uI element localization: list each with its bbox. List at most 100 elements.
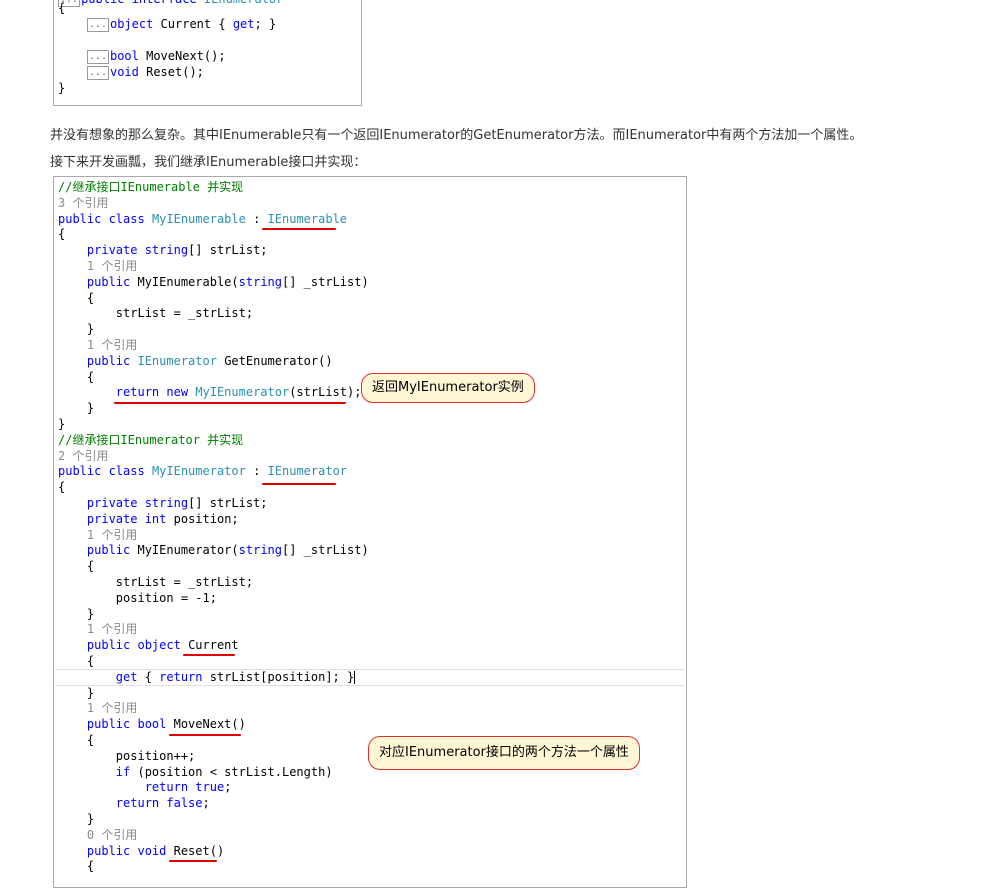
code-line: return true; xyxy=(58,779,232,795)
code-line: public IEnumerator GetEnumerator() xyxy=(58,353,333,369)
code-token: int xyxy=(144,511,167,526)
collapsed-outline-marker[interactable]: ... xyxy=(86,49,109,64)
code-line: public MyIEnumerator(string[] _strList) xyxy=(58,542,369,558)
code-line: private string[] strList; xyxy=(58,495,268,511)
code-token: get xyxy=(58,669,145,684)
snippet-line: } xyxy=(58,81,66,95)
code-token: ; xyxy=(202,796,210,811)
code-line: get { return strList[position]; } xyxy=(58,669,356,685)
code-line: strList = _strList; xyxy=(58,574,253,590)
code-token: public xyxy=(58,353,138,368)
code-token: position; xyxy=(166,511,239,526)
code-line: } xyxy=(58,321,94,337)
code-line: } xyxy=(58,606,94,622)
code-token: true xyxy=(195,780,225,795)
code-line: private string[] strList; xyxy=(58,242,268,258)
reference-count: 1 个引用 xyxy=(58,701,138,716)
callout-return-instance: 返回MyIEnumerator实例 xyxy=(361,373,535,403)
code-token: (position < strList.Length) xyxy=(137,764,333,779)
snippet-line: ... bool MoveNext(); xyxy=(58,48,226,64)
code-token: [] _strList) xyxy=(282,543,369,558)
code-token: string xyxy=(238,543,282,558)
code-token: return xyxy=(58,796,167,811)
code-line: private int position; xyxy=(58,511,239,527)
code-token: [] strList; xyxy=(188,243,268,258)
code-line: { xyxy=(58,558,94,574)
underline-current xyxy=(183,654,235,656)
code-token: IEnumerator xyxy=(267,464,348,479)
collapsed-outline-marker[interactable]: ... xyxy=(86,17,109,32)
code-line: 3 个引用 xyxy=(58,195,108,211)
code-line: { xyxy=(58,226,65,242)
code-token: position = -1; xyxy=(58,590,217,605)
collapsed-outline-marker[interactable]: ... xyxy=(86,65,109,80)
reference-count: 2 个引用 xyxy=(58,448,109,463)
code-token: position++; xyxy=(58,748,196,763)
code-token: return xyxy=(58,385,167,400)
code-token: (strList); xyxy=(289,385,362,400)
code-line: 1 个引用 xyxy=(58,337,137,353)
code-line: if (position < strList.Length) xyxy=(58,764,333,780)
reference-count: 1 个引用 xyxy=(58,259,138,273)
code-token: IEnumerator xyxy=(137,353,217,368)
code-line: //继承接口IEnumerable 并实现 xyxy=(58,179,243,195)
code-line: { xyxy=(58,479,65,495)
code-token: string xyxy=(144,496,189,510)
code-token: MyIEnumerable xyxy=(151,211,246,226)
code-token: ; xyxy=(224,780,232,795)
code-token: return xyxy=(159,669,210,684)
code-line: 0 个引用 xyxy=(58,827,137,843)
code-line: public object Current xyxy=(58,637,239,653)
code-line: { xyxy=(58,858,94,874)
code-token: IEnumerator xyxy=(204,0,283,6)
code-token: { xyxy=(58,654,95,668)
code-token: public xyxy=(58,211,109,226)
code-token: ; } xyxy=(254,17,277,31)
callout-methods-property: 对应IEnumerator接口的两个方法一个属性 xyxy=(368,736,640,770)
code-token: void xyxy=(109,65,139,79)
code-token: IEnumerable xyxy=(267,211,348,226)
code-token: new xyxy=(166,385,196,400)
code-token: return xyxy=(58,780,196,795)
code-token: string xyxy=(238,274,282,289)
code-token: : xyxy=(245,464,268,479)
code-token: get xyxy=(232,17,255,31)
code-token: { xyxy=(58,480,66,495)
reference-count: 1 个引用 xyxy=(58,338,138,352)
implementation-code-block: //继承接口IEnumerable 并实现 3 个引用 public class M… xyxy=(53,176,687,888)
code-line: } xyxy=(58,811,94,827)
code-line: } xyxy=(58,416,65,432)
reference-count: 0 个引用 xyxy=(58,827,138,842)
code-line: public bool MoveNext() xyxy=(58,716,246,732)
code-token: MoveNext(); xyxy=(138,49,226,63)
code-token: Current { xyxy=(153,17,233,31)
code-token: { xyxy=(58,227,66,242)
code-line: 1 个引用 xyxy=(58,621,137,637)
code-line: position++; xyxy=(58,748,195,764)
code-token: { xyxy=(58,559,95,574)
code-line: position = -1; xyxy=(58,590,217,606)
reference-count: 3 个引用 xyxy=(58,195,109,210)
code-token: public xyxy=(58,717,138,732)
code-token: Current xyxy=(188,638,239,653)
code-token: { xyxy=(58,733,95,747)
code-token: private xyxy=(58,243,145,258)
code-comment: //继承接口IEnumerator 并实现 xyxy=(58,432,244,447)
code-token: GetEnumerator() xyxy=(216,353,333,368)
code-token: [] _strList) xyxy=(282,274,369,289)
code-token: public xyxy=(58,543,138,558)
code-line: public MyIEnumerable(string[] _strList) xyxy=(58,274,369,290)
code-token: } xyxy=(58,685,95,700)
code-token: [] strList; xyxy=(188,496,268,510)
code-token: object xyxy=(109,17,154,31)
code-line: { xyxy=(58,369,94,385)
code-token: class xyxy=(108,211,152,226)
code-token: : xyxy=(245,211,268,226)
code-token: object xyxy=(137,638,189,653)
code-line: { xyxy=(58,732,94,748)
code-token: public xyxy=(58,464,109,479)
interface-code-snippet: ...public interface IEnumerator{ ...obje… xyxy=(53,0,362,106)
code-token: interface xyxy=(132,0,204,6)
code-token: { xyxy=(144,669,160,684)
underline-ienumerable xyxy=(262,228,336,230)
